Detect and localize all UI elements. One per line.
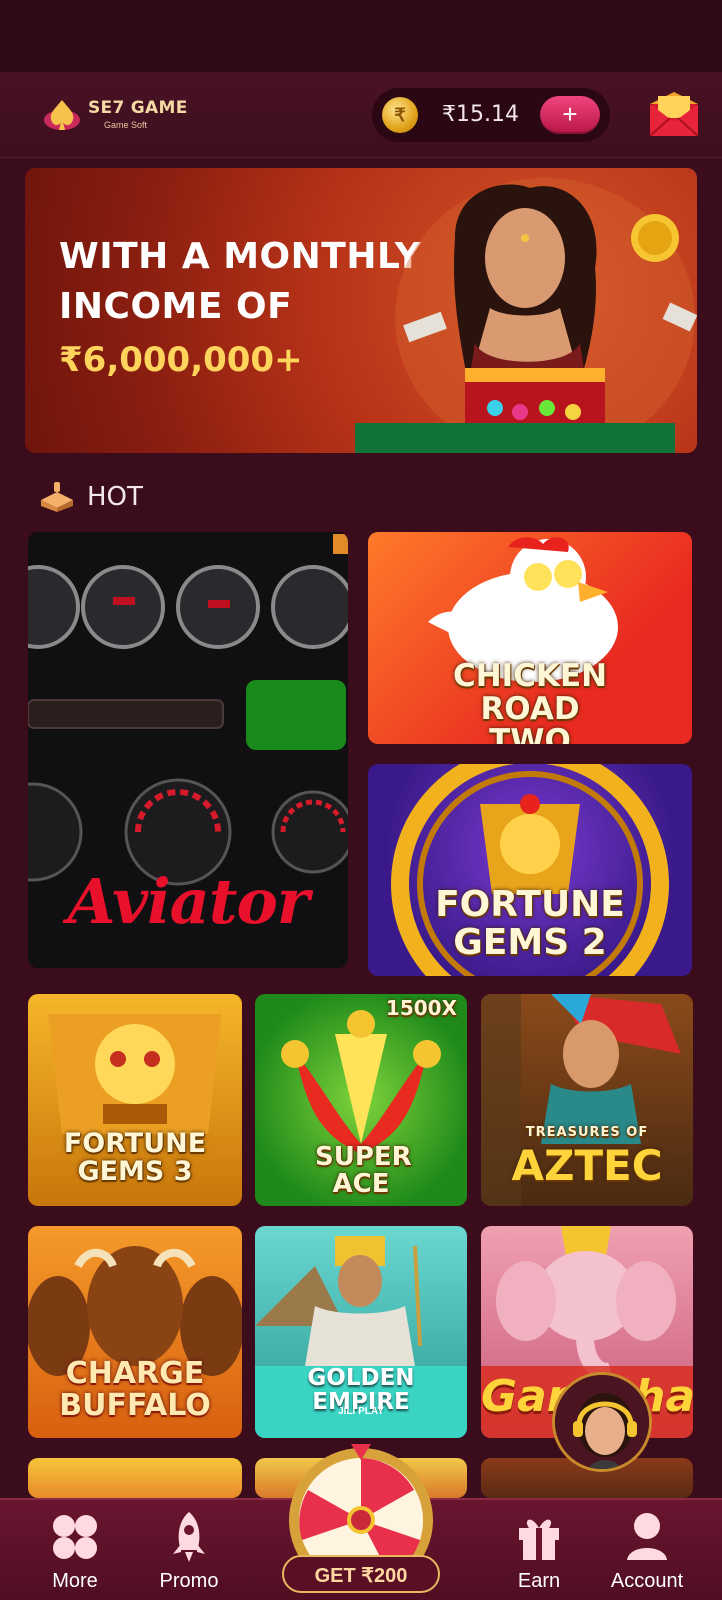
game-tile-treasures-of-aztec[interactable]: TREASURES OF AZTEC: [481, 994, 693, 1206]
game-multiplier-badge: 1500X: [385, 996, 457, 1020]
nav-label: Promo: [159, 1570, 219, 1592]
nav-more[interactable]: More: [20, 1510, 130, 1600]
brand-subtitle: Game Soft: [104, 120, 148, 130]
promo-banner[interactable]: WITH A MONTHLY INCOME OF ₹6,000,000+: [25, 168, 697, 453]
banner-woman-with-treasure-image: [355, 178, 697, 453]
game-tile-golden-empire[interactable]: GOLDEN EMPIRE JILI PLAY: [255, 1226, 467, 1438]
four-squares-icon: [53, 1515, 97, 1559]
status-bar-area: [0, 0, 722, 72]
game-tile-chicken-road-two[interactable]: CHICKEN ROAD TWO: [368, 532, 692, 744]
banner-amount: ₹6,000,000+: [59, 340, 303, 380]
rocket-icon: [173, 1512, 205, 1562]
game-subtitle: TREASURES OF: [525, 1125, 649, 1140]
game-provider: JILI PLAY: [338, 1406, 384, 1417]
balance-amount: ₹15.14: [442, 102, 519, 127]
envelope-icon[interactable]: [648, 90, 700, 138]
brand-logo[interactable]: SE7 GAME Game Soft: [42, 94, 192, 138]
nav-label: Account: [610, 1570, 684, 1592]
gift-icon: [519, 1519, 559, 1560]
game-tile-aviator[interactable]: Aviator: [28, 532, 348, 968]
game-title: SUPER ACE: [315, 1142, 412, 1200]
section-title: HOT: [87, 482, 143, 512]
get-bonus-button[interactable]: GET ₹200: [282, 1555, 440, 1593]
user-icon: [627, 1513, 667, 1560]
game-title: Aviator: [67, 865, 310, 938]
nav-label: Earn: [517, 1570, 561, 1592]
cake-icon: [41, 482, 73, 512]
customer-support-avatar[interactable]: [552, 1372, 652, 1472]
nav-account[interactable]: Account: [592, 1510, 702, 1600]
nav-promo[interactable]: Promo: [134, 1510, 244, 1600]
game-title: CHARGE BUFFALO: [59, 1356, 211, 1423]
wallet-balance[interactable]: ₹ ₹15.14 +: [372, 88, 610, 142]
game-title: AZTEC: [511, 1141, 663, 1190]
game-title: CHICKEN ROAD TWO: [452, 658, 608, 744]
top-header: SE7 GAME Game Soft ₹ ₹15.14 +: [0, 72, 722, 158]
deposit-button[interactable]: +: [540, 96, 600, 134]
spade-logo-icon: [44, 100, 80, 130]
nav-label: More: [52, 1570, 98, 1592]
brand-name: SE7 GAME: [88, 98, 188, 118]
game-tile-super-ace[interactable]: 1500X SUPER ACE: [255, 994, 467, 1206]
game-title: FORTUNE GEMS 3: [63, 1128, 207, 1188]
game-tile-partial-1[interactable]: [28, 1458, 242, 1498]
game-tile-fortune-gems-2[interactable]: FORTUNE GEMS 2: [368, 764, 692, 976]
rupee-coin-icon: ₹: [382, 97, 418, 133]
nav-earn[interactable]: Earn: [484, 1510, 594, 1600]
game-tile-charge-buffalo[interactable]: CHARGE BUFFALO: [28, 1226, 242, 1438]
game-title: FORTUNE GEMS 2: [435, 884, 625, 963]
banner-headline-2: INCOME OF: [59, 286, 293, 327]
game-tile-fortune-gems-3[interactable]: FORTUNE GEMS 3: [28, 994, 242, 1206]
